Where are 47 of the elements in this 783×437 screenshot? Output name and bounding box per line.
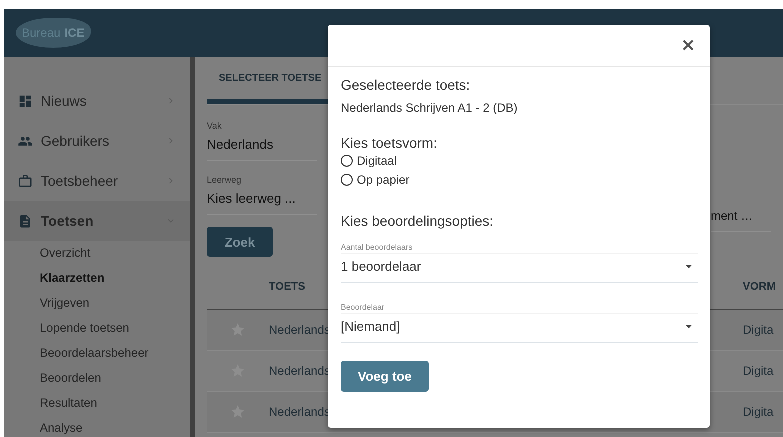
item-label: Gebruikers bbox=[41, 133, 110, 149]
radio-button[interactable] bbox=[341, 154, 353, 166]
radio-label: Digitaal bbox=[357, 154, 398, 168]
dashboard-icon bbox=[18, 94, 33, 108]
field-label: Aantal beoordelaars bbox=[341, 243, 698, 254]
dropdown[interactable]: [Niemand] bbox=[341, 314, 698, 343]
submenu-item[interactable]: Vrijgeven bbox=[4, 291, 190, 316]
radio-label: Op papier bbox=[357, 172, 410, 186]
table-cell-text: Digita bbox=[743, 405, 775, 419]
table-cell: Nederlands bbox=[269, 364, 330, 378]
sidebar-item[interactable]: Toetsen bbox=[4, 201, 190, 241]
radio-button[interactable] bbox=[341, 174, 353, 186]
field-value: ment … bbox=[711, 203, 771, 232]
submenu-item[interactable]: Analyse bbox=[4, 416, 190, 437]
selected-test: Nederlands Schrijven A1 - 2 (DB) bbox=[341, 101, 519, 115]
submenu-item[interactable]: Beoordelaarsbeheer bbox=[4, 341, 190, 366]
submenu-item[interactable]: Resultaten bbox=[4, 391, 190, 416]
briefcase-icon bbox=[18, 174, 33, 188]
table-cell: Nederlands bbox=[269, 405, 330, 419]
column-header: VORM bbox=[743, 281, 777, 293]
table-cell-text: Digita bbox=[743, 364, 775, 378]
sidebar-item[interactable]: Toetsbeheer bbox=[4, 161, 190, 201]
item-label: Nieuws bbox=[41, 93, 88, 109]
table-cell: Nederlands bbox=[269, 323, 330, 337]
section-heading: Kies beoordelingsopties: bbox=[341, 213, 495, 229]
select-field[interactable]: Nederlands bbox=[207, 131, 317, 161]
document-icon bbox=[18, 214, 33, 228]
section-heading: Geselecteerde toets: bbox=[341, 77, 472, 93]
sidebar-item[interactable]: Nieuws bbox=[4, 81, 190, 121]
dropdown[interactable]: 1 beoordelaar bbox=[341, 254, 698, 283]
section-heading: Kies toetsvorm: bbox=[341, 135, 438, 151]
close-button[interactable]: × bbox=[676, 35, 700, 56]
search-button[interactable]: Zoek bbox=[207, 227, 273, 257]
submenu-item[interactable]: Overzicht bbox=[4, 241, 190, 266]
select-field[interactable]: Kies leerweg ... bbox=[207, 185, 317, 215]
sidebar-item[interactable]: Gebruikers bbox=[4, 121, 190, 161]
submenu-item[interactable]: Beoordelen bbox=[4, 366, 190, 391]
field-label: Vak bbox=[207, 121, 222, 131]
table-cell-text: Digita bbox=[743, 323, 775, 337]
column-header: TOETS bbox=[269, 281, 306, 293]
field-label: Leerweg bbox=[207, 175, 242, 185]
item-label: Toetsen bbox=[41, 213, 95, 229]
add-button[interactable]: Voeg toe bbox=[341, 361, 429, 392]
submenu-item[interactable]: Lopende toetsen bbox=[4, 316, 190, 341]
submenu-item[interactable]: Klaarzetten bbox=[4, 266, 190, 291]
field-label: Beoordelaar bbox=[341, 303, 698, 314]
item-label: Toetsbeheer bbox=[41, 173, 120, 189]
